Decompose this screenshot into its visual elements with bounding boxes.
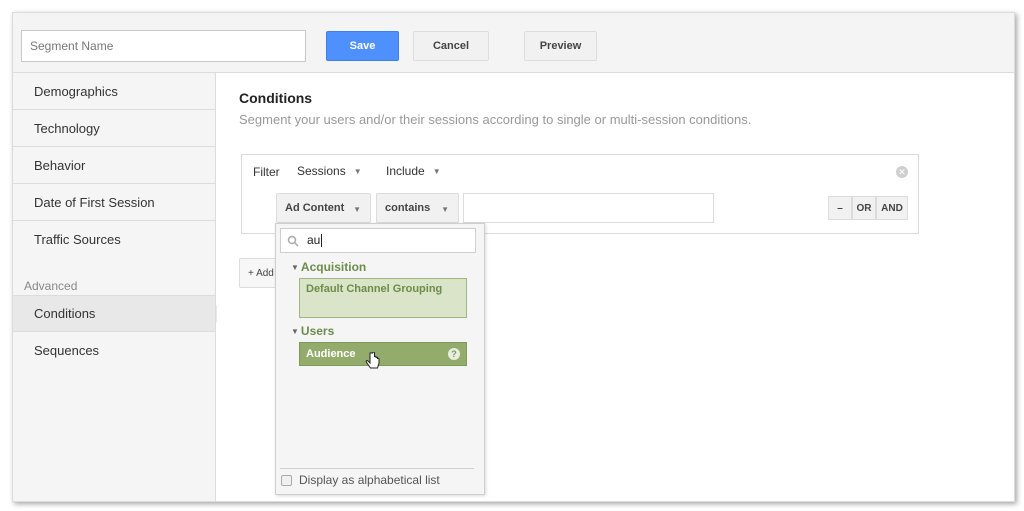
page-subtitle: Segment your users and/or their sessions… (239, 112, 752, 127)
remove-condition-button[interactable]: – (828, 196, 852, 220)
save-button[interactable]: Save (326, 31, 399, 61)
cancel-button[interactable]: Cancel (413, 31, 489, 61)
dimension-search-input[interactable]: au (280, 228, 476, 253)
chevron-down-icon: ▼ (441, 205, 449, 214)
option-audience[interactable]: Audience ? (299, 342, 467, 366)
dimension-picker: au ▼ Acquisition Default Channel Grouping… (275, 223, 485, 495)
operator-value: contains (385, 202, 431, 214)
filter-value-input[interactable] (463, 193, 714, 223)
sidebar-item-conditions[interactable]: Conditions (13, 295, 226, 332)
filter-label: Filter (253, 165, 280, 179)
dimension-dropdown[interactable]: Ad Content ▼ (276, 193, 371, 223)
sidebar-item-traffic-sources[interactable]: Traffic Sources (13, 221, 215, 258)
chevron-down-icon: ▼ (432, 167, 441, 177)
sidebar-heading-advanced: Advanced (24, 279, 78, 293)
group-acquisition[interactable]: ▼ Acquisition (291, 260, 366, 274)
segment-editor: Save Cancel Preview Demographics Technol… (12, 12, 1015, 502)
filter-condition: Filter Sessions ▼ Include ▼ ✕ Ad Content ▼… (241, 154, 919, 234)
segment-name-input[interactable] (21, 30, 306, 62)
include-value: Include (386, 164, 425, 178)
chevron-down-icon: ▼ (353, 205, 361, 214)
operator-dropdown[interactable]: contains ▼ (376, 193, 459, 223)
group-label: Acquisition (300, 260, 367, 274)
dimension-value: Ad Content (285, 202, 345, 214)
sidebar: Demographics Technology Behavior Date of… (13, 73, 226, 501)
sidebar-item-behavior[interactable]: Behavior (13, 147, 215, 184)
preview-button[interactable]: Preview (524, 31, 597, 61)
page-title: Conditions (239, 90, 313, 106)
remove-filter-icon[interactable]: ✕ (896, 166, 908, 178)
group-users[interactable]: ▼ Users (291, 324, 334, 338)
caret-down-icon: ▼ (291, 327, 299, 337)
sidebar-item-demographics[interactable]: Demographics (13, 73, 215, 110)
search-value: au (307, 233, 323, 247)
checkbox-label: Display as alphabetical list (299, 473, 440, 487)
sidebar-item-technology[interactable]: Technology (13, 110, 215, 147)
or-button[interactable]: OR (852, 196, 876, 220)
divider (280, 468, 474, 469)
sidebar-item-date-of-first-session[interactable]: Date of First Session (13, 184, 215, 221)
group-label: Users (300, 324, 335, 338)
help-icon[interactable]: ? (448, 348, 460, 360)
scope-dropdown[interactable]: Sessions ▼ (297, 164, 362, 178)
chevron-down-icon: ▼ (353, 167, 362, 177)
checkbox-icon (281, 474, 292, 486)
and-button[interactable]: AND (876, 196, 908, 220)
search-icon (287, 235, 299, 247)
top-bar: Save Cancel Preview (13, 13, 1014, 73)
hand-cursor-icon (365, 352, 380, 369)
option-default-channel-grouping[interactable]: Default Channel Grouping (299, 278, 467, 318)
option-label: Audience (306, 347, 356, 360)
sidebar-item-sequences[interactable]: Sequences (13, 332, 215, 369)
scope-value: Sessions (297, 164, 346, 178)
include-dropdown[interactable]: Include ▼ (386, 164, 441, 178)
alphabetical-list-checkbox[interactable]: Display as alphabetical list (281, 473, 440, 487)
caret-down-icon: ▼ (291, 263, 299, 273)
